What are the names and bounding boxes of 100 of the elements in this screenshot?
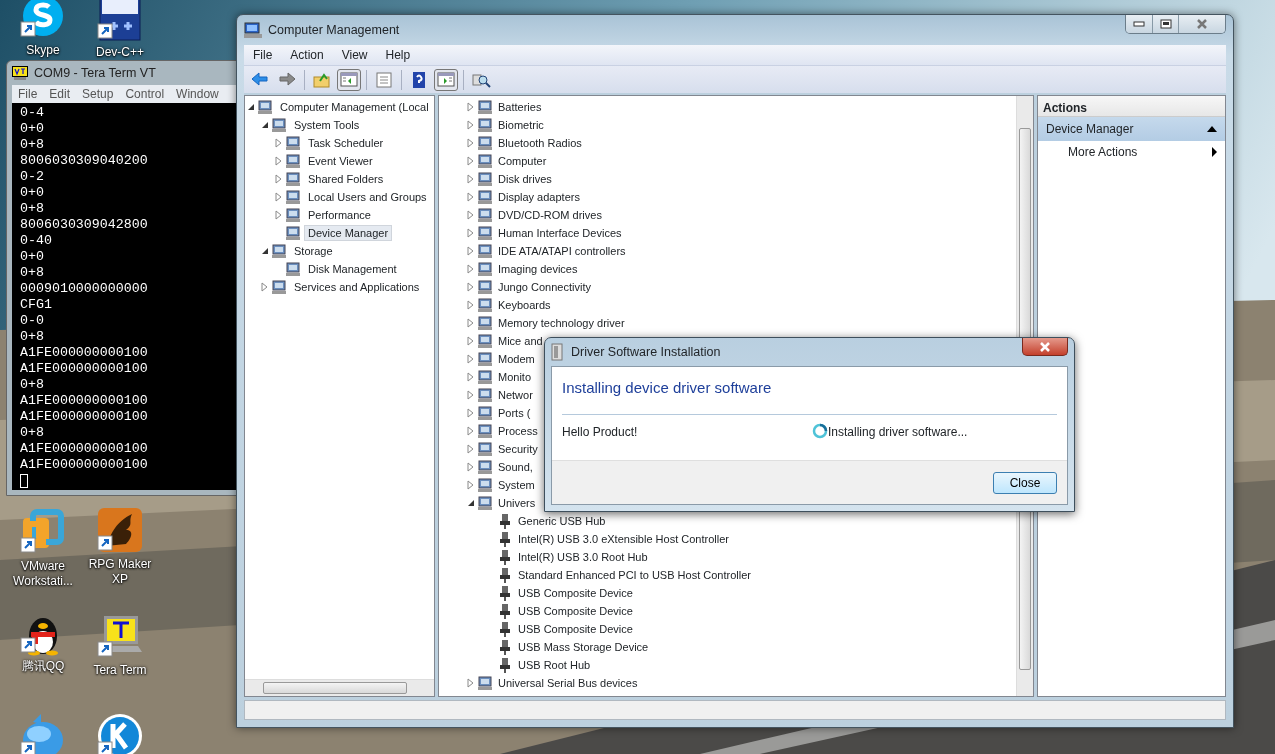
tree-item[interactable]: Modem	[496, 351, 537, 367]
tree-item[interactable]: Device Manager	[304, 225, 393, 241]
tree-item[interactable]: Intel(R) USB 3.0 eXtensible Host Controller	[516, 531, 731, 547]
tree-toggle-icon[interactable]	[466, 678, 476, 688]
tree-toggle-icon[interactable]	[260, 246, 270, 256]
tree-item[interactable]: Universal Serial Bus devices	[496, 675, 640, 691]
scroll-thumb[interactable]	[263, 682, 407, 694]
tree-toggle-icon[interactable]	[260, 282, 270, 292]
tree-toggle-icon[interactable]	[466, 444, 476, 454]
tree-toggle-icon[interactable]	[274, 192, 284, 202]
tree-item[interactable]: Process	[496, 423, 540, 439]
tree-toggle-icon[interactable]	[466, 246, 476, 256]
menu-item[interactable]: Help	[376, 46, 420, 64]
tree-toggle-icon[interactable]	[466, 300, 476, 310]
tree-toggle-icon[interactable]	[466, 228, 476, 238]
tree-toggle-icon[interactable]	[274, 138, 284, 148]
minimize-button[interactable]	[1126, 15, 1153, 33]
tree-toggle-icon[interactable]	[466, 354, 476, 364]
icon-label[interactable]: Dev-C++	[96, 45, 144, 60]
tree-toggle-icon[interactable]	[466, 372, 476, 382]
tree-item[interactable]: Generic USB Hub	[516, 513, 608, 529]
tree-item[interactable]: Computer	[496, 153, 549, 169]
dragon-icon[interactable]	[96, 506, 144, 554]
tree-toggle-icon[interactable]	[466, 390, 476, 400]
tree-toggle-icon[interactable]	[466, 336, 476, 346]
tree-item[interactable]: Biometric	[496, 117, 546, 133]
menu-item[interactable]: Control	[119, 84, 171, 103]
menu-item[interactable]: Edit	[43, 84, 77, 103]
tree-item[interactable]: Memory technology driver	[496, 315, 627, 331]
tree-item[interactable]: Disk drives	[496, 171, 554, 187]
action-item[interactable]: More Actions	[1038, 141, 1225, 163]
tree-item[interactable]: Event Viewer	[304, 153, 377, 169]
tree-item[interactable]: Task Scheduler	[304, 135, 388, 151]
tree-toggle-icon[interactable]	[466, 318, 476, 328]
menu-item[interactable]: Setup	[76, 84, 120, 103]
tree-item[interactable]: Standard Enhanced PCI to USB Host Controller	[516, 567, 753, 583]
tree-item[interactable]: USB Composite Device	[516, 585, 635, 601]
menu-item[interactable]: View	[332, 46, 377, 64]
tree-item[interactable]: USB Composite Device	[516, 621, 635, 637]
tree-toggle-icon[interactable]	[260, 120, 270, 130]
tree-item[interactable]: Display adapters	[496, 189, 582, 205]
tree-toggle-icon[interactable]	[466, 156, 476, 166]
tree-item[interactable]: DVD/CD-ROM drives	[496, 207, 604, 223]
action-section[interactable]: Device Manager	[1038, 117, 1225, 141]
tree-item[interactable]: Human Interface Devices	[496, 225, 624, 241]
tree-item[interactable]: Storage	[290, 243, 337, 259]
tree-item[interactable]: Disk Management	[304, 261, 401, 277]
tree-item[interactable]: Shared Folders	[304, 171, 388, 187]
toolbar-button[interactable]	[434, 68, 458, 91]
tree-item[interactable]: Mice and	[496, 333, 545, 349]
tree-item[interactable]: Security	[496, 441, 540, 457]
tree-item[interactable]: Bluetooth Radios	[496, 135, 584, 151]
tree-item[interactable]: USB Mass Storage Device	[516, 639, 651, 655]
tree-item[interactable]: Sound,	[496, 459, 535, 475]
menu-item[interactable]: Window	[170, 84, 225, 103]
close-button[interactable]	[1022, 338, 1068, 356]
tree-toggle-icon[interactable]	[466, 462, 476, 472]
tree-toggle-icon[interactable]	[466, 480, 476, 490]
vmware-icon[interactable]	[19, 508, 67, 556]
tree-item[interactable]: Networ	[496, 387, 535, 403]
tree-toggle-icon[interactable]	[274, 210, 284, 220]
scroll-bar[interactable]	[245, 679, 434, 696]
tree-item[interactable]: Local Users and Groups	[304, 189, 431, 205]
tree-toggle-icon[interactable]	[246, 102, 256, 112]
tree-item[interactable]: Batteries	[496, 99, 544, 115]
tree-toggle-icon[interactable]	[466, 498, 476, 508]
icon-label[interactable]: VMware Workstati...	[5, 559, 81, 589]
code-editor-icon[interactable]	[96, 0, 144, 42]
tree-item[interactable]: Univers	[496, 495, 538, 511]
tree-item[interactable]: IDE ATA/ATAPI controllers	[496, 243, 628, 259]
tree-toggle-icon[interactable]	[466, 138, 476, 148]
tree-item[interactable]: Imaging devices	[496, 261, 580, 277]
tree-toggle-icon[interactable]	[466, 264, 476, 274]
menu-item[interactable]: File	[12, 84, 44, 103]
tree-item[interactable]: Intel(R) USB 3.0 Root Hub	[516, 549, 650, 565]
tree-item[interactable]: Services and Applications	[290, 279, 424, 295]
icon-label[interactable]: Skype	[26, 43, 60, 58]
tree-toggle-icon[interactable]	[466, 174, 476, 184]
tree-item[interactable]: Computer Management (Local	[276, 99, 433, 115]
tree-item[interactable]: Ports (	[496, 405, 533, 421]
tree-toggle-icon[interactable]	[274, 156, 284, 166]
k-logo-icon[interactable]	[96, 712, 144, 754]
tree-toggle-icon[interactable]	[466, 102, 476, 112]
icon-label[interactable]: Tera Term	[93, 663, 147, 678]
tree-toggle-icon[interactable]	[274, 174, 284, 184]
close-button[interactable]: Close	[993, 471, 1057, 494]
tree-toggle-icon[interactable]	[466, 408, 476, 418]
tree-item[interactable]: Jungo Connectivity	[496, 279, 593, 295]
tree-item[interactable]: Performance	[304, 207, 375, 223]
tree-item[interactable]: USB Root Hub	[516, 657, 593, 673]
collapse-arrow-icon[interactable]	[1207, 126, 1217, 132]
tree-toggle-icon[interactable]	[466, 282, 476, 292]
icon-label[interactable]: RPG Maker XP	[82, 557, 158, 587]
toolbar-button[interactable]	[337, 68, 361, 91]
tree-item[interactable]: System Tools	[290, 117, 364, 133]
maximize-button[interactable]	[1153, 15, 1179, 33]
tree-item[interactable]: USB Composite Device	[516, 603, 635, 619]
tree-toggle-icon[interactable]	[466, 210, 476, 220]
tree-toggle-icon[interactable]	[466, 120, 476, 130]
tree-toggle-icon[interactable]	[466, 426, 476, 436]
